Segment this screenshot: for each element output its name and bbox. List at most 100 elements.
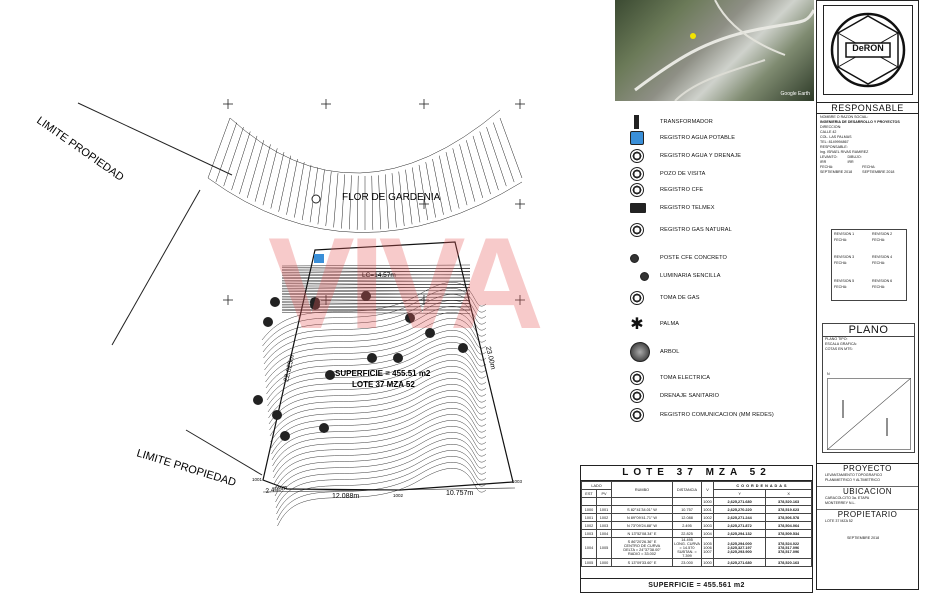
contour-line bbox=[277, 468, 487, 527]
rev-label: REVISION 5 bbox=[834, 279, 855, 283]
table-cell: 2,625,294.000 2,625,327.197 2,625,293.90… bbox=[712, 537, 767, 559]
plano-line: COTAS EN MTS: bbox=[825, 347, 853, 351]
legend-label: REGISTRO COMUNICACION (MM REDES) bbox=[660, 412, 774, 418]
legend-item: REGISTRO GAS NATURAL bbox=[630, 222, 732, 238]
legend-label: REGISTRO TELMEX bbox=[660, 205, 715, 211]
legend-item: REGISTRO COMUNICACION (MM REDES) bbox=[630, 407, 774, 423]
legend-item: DRENAJE SANITARIO bbox=[630, 388, 719, 404]
rev-label: REVISION 2 bbox=[872, 232, 893, 236]
table-row: 1003 1004 N 13°52'08.34" E 22.825 1004 2,625,… bbox=[581, 529, 812, 538]
header-v: V bbox=[701, 481, 714, 498]
water-drain-register-icon bbox=[630, 149, 644, 163]
electric-outlet-icon bbox=[630, 371, 644, 385]
legend-item: TOMA DE GAS bbox=[630, 290, 700, 306]
legend-label: LUMINARIA SENCILLA bbox=[660, 273, 721, 279]
table-row: 1005 1000 S 13°09'33.60" E 23.000 1000 2,625,… bbox=[581, 558, 812, 567]
street-hatch bbox=[452, 148, 468, 206]
header-pv: PV bbox=[596, 489, 612, 498]
propietario-heading: PROPIETARIO bbox=[817, 509, 918, 519]
owner-line: LOTE 37 MZA 52 bbox=[825, 519, 853, 523]
street-hatch bbox=[247, 140, 264, 198]
legend-item: ARBOL bbox=[630, 342, 680, 362]
telmex-register-icon bbox=[630, 203, 646, 213]
legend-item: LUMINARIA SENCILLA bbox=[640, 268, 721, 284]
comm-register-icon bbox=[630, 408, 644, 422]
table-cell: 1004 bbox=[581, 537, 597, 559]
table-cell: 378,524.022 378,517.096 378,517.096 bbox=[765, 537, 812, 559]
vertex-1002-label: 1002 bbox=[393, 493, 404, 498]
resp-line: SEPTIEMBRE 2018 bbox=[862, 170, 895, 174]
table-cell: 23.000 bbox=[672, 558, 702, 567]
contour-line bbox=[276, 456, 487, 515]
rev-label: REVISION 1 bbox=[834, 232, 855, 236]
cfe-register-icon bbox=[630, 183, 644, 197]
legend-item: REGISTRO CFE bbox=[630, 182, 703, 198]
tree-icon bbox=[630, 342, 650, 362]
project-line: PLANIMETRICO Y ALTIMETRICO bbox=[825, 478, 880, 482]
plano-heading: PLANO bbox=[823, 324, 914, 337]
street-edge bbox=[229, 109, 501, 174]
table-row: 1000 2,625,271.680 378,520.163 bbox=[581, 497, 812, 506]
street-hatch bbox=[486, 126, 507, 187]
tree-marker bbox=[272, 410, 282, 420]
tree-marker bbox=[253, 395, 263, 405]
legend-label: REGISTRO AGUA POTABLE bbox=[660, 135, 736, 141]
street-hatch bbox=[254, 144, 271, 202]
rev-label: REVISION 6 bbox=[872, 279, 893, 283]
table-cell: 1000 bbox=[581, 505, 597, 514]
north-label: N bbox=[827, 372, 830, 376]
street-hatch bbox=[231, 131, 251, 191]
project-section: PROYECTO LEVANTAMIENTO TOPOGRAFICO PLANI… bbox=[817, 463, 918, 541]
table-cell bbox=[581, 497, 597, 506]
table-cell bbox=[611, 497, 673, 506]
table-cell: 1000 bbox=[701, 497, 714, 506]
watermark: VIVA bbox=[268, 210, 544, 356]
lot-label: LOTE 37 MZA 52 bbox=[352, 380, 415, 389]
table-cell bbox=[596, 497, 612, 506]
pole-icon bbox=[630, 253, 639, 263]
legend-item: REGISTRO TELMEX bbox=[630, 200, 715, 216]
street-hatch bbox=[223, 126, 244, 187]
table-row: 1004 1005 S 86°20'26.36" E CENTRO DE CURVA… bbox=[581, 537, 812, 559]
limit-label-top: LIMITE PROPIEDAD bbox=[34, 115, 126, 184]
table-cell: 1004 bbox=[701, 529, 714, 538]
table-cell: 12.088 bbox=[672, 513, 702, 522]
header-est: EST bbox=[581, 489, 597, 498]
sanitary-drain-icon bbox=[630, 389, 644, 403]
table-cell: 2,625,271.680 bbox=[712, 497, 767, 506]
rev-date-label: FECHA: bbox=[834, 261, 848, 265]
table-cell: 378,504.064 bbox=[765, 521, 812, 530]
rev-date-label: FECHA: bbox=[872, 285, 886, 289]
title-block: DeRON RESPONSABLE NOMBRE O RAZON SOCIAL:… bbox=[816, 0, 919, 590]
table-cell: 1000 bbox=[596, 558, 612, 567]
ubicacion-heading: UBICACION bbox=[817, 486, 918, 496]
proyecto-heading: PROYECTO bbox=[843, 464, 892, 473]
table-row: 1000 1001 S 82°41'34.01" W 10.757 1001 2,625,… bbox=[581, 505, 812, 514]
table-cell: S 86°20'26.36" E CENTRO DE CURVA DELTA =… bbox=[611, 537, 673, 559]
table-cell: 14.495 LONG. CURVA = 14.570 SUBTAN. = 7.… bbox=[672, 537, 702, 559]
legend-label: POSTE CFE CONCRETO bbox=[660, 255, 727, 261]
legend-item: REGISTRO AGUA Y DRENAJE bbox=[630, 148, 742, 164]
responsable-info: NOMBRE O RAZON SOCIAL: INGENIERIA DE DES… bbox=[820, 115, 915, 175]
street-label: FLOR DE GARDENIA bbox=[342, 192, 441, 203]
table-cell: 1003 bbox=[701, 521, 714, 530]
table-cell: 1001 bbox=[596, 505, 612, 514]
legend-label: REGISTRO AGUA Y DRENAJE bbox=[660, 153, 742, 159]
contour-line bbox=[274, 438, 487, 497]
legend-label: ARBOL bbox=[660, 349, 680, 355]
contour-line bbox=[274, 432, 487, 491]
gas-outlet-icon bbox=[630, 291, 644, 305]
table-cell: 10.757 bbox=[672, 505, 702, 514]
table-cell: S 82°41'34.01" W bbox=[611, 505, 673, 514]
rev-date-label: FECHA: bbox=[872, 261, 886, 265]
table-cell: 1002 bbox=[701, 513, 714, 522]
logo-text: DeRON bbox=[852, 43, 884, 53]
dimension-bottom-3-label: 10.757m bbox=[446, 490, 473, 497]
table-cell: 378,519.623 bbox=[765, 505, 812, 514]
header-y: Y bbox=[712, 489, 767, 498]
rev-date-label: FECHA: bbox=[834, 285, 848, 289]
legend-label: TOMA ELECTRICA bbox=[660, 375, 711, 381]
table-cell: 378,520.163 bbox=[765, 558, 812, 567]
vertex-1003-label: 1003 bbox=[512, 479, 523, 484]
header-distancia: DISTANCIA bbox=[672, 481, 702, 498]
